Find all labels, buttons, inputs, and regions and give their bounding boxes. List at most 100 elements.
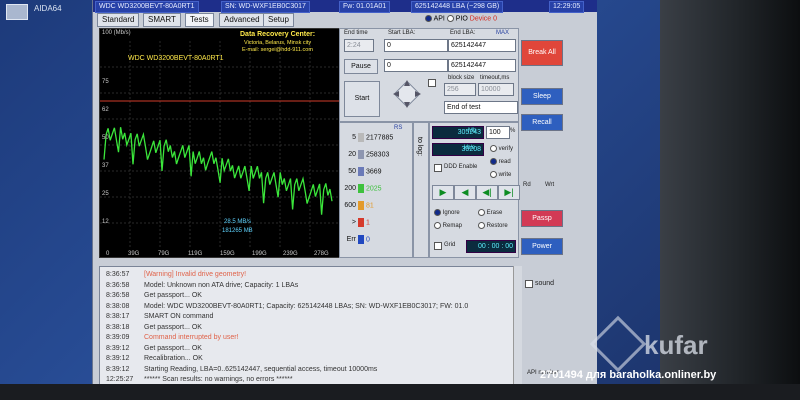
api-radio[interactable] <box>425 15 432 22</box>
ignore-radio[interactable] <box>434 209 441 216</box>
remap-radio[interactable] <box>434 222 441 229</box>
log-message: Get passport... OK <box>144 344 202 352</box>
speed-graph: 100 (Mb/s) 75 62 50 37 25 12 0 39G 79G 1… <box>99 28 341 258</box>
histogram-ms: > <box>351 219 356 227</box>
current-lba-field[interactable]: 0 <box>384 59 448 72</box>
desktop-app-icon[interactable] <box>6 4 28 20</box>
block-size-select[interactable]: 256 <box>444 83 476 96</box>
pio-label: PIO <box>455 15 468 23</box>
histogram-count: 0 <box>366 236 370 244</box>
tab-setup[interactable]: Setup <box>263 13 294 27</box>
histogram-row: >1 <box>342 218 370 228</box>
log-time: 8:39:12 <box>106 365 130 373</box>
start-lba-caption: Start LBA: <box>388 30 416 36</box>
histogram-row: 600 81 <box>342 201 374 211</box>
event-log[interactable]: 8:36:57 [Warning] Invalid drive geometry!… <box>99 266 515 386</box>
graph-y-label: 75 <box>102 79 109 85</box>
histogram-swatch <box>358 133 364 142</box>
step-back-icon[interactable]: ◀| <box>476 185 498 200</box>
pause-button[interactable]: Pause <box>344 59 378 74</box>
histogram-ms: Err <box>346 236 356 244</box>
verify-option[interactable]: verify <box>490 145 513 152</box>
read-option[interactable]: read <box>490 158 511 165</box>
log-time: 8:36:58 <box>106 292 130 299</box>
remap-label: Remap <box>442 223 463 230</box>
histogram-swatch <box>358 218 364 227</box>
log-row: 8:36:58 Get passport... OK <box>100 290 510 301</box>
histogram-count: 2177885 <box>366 134 394 142</box>
graph-y-top-label: 100 (Mb/s) <box>102 30 131 36</box>
ddd-checkbox[interactable] <box>434 164 442 172</box>
graph-x-label: 199G <box>252 251 267 257</box>
graph-y-label: 25 <box>102 191 109 197</box>
graph-drive-label: WDC WD3200BEVT-80A0RT1 <box>128 55 224 62</box>
log-time: 8:36:58 <box>106 281 130 289</box>
histogram-row: 200 2025 <box>342 184 382 194</box>
break-all-button[interactable]: Break All <box>521 40 563 66</box>
start-button[interactable]: Start <box>344 81 380 117</box>
log-message: Starting Reading, LBA=0..625142447, sequ… <box>144 365 378 373</box>
histogram-ms: 200 <box>344 185 356 193</box>
timeout-select[interactable]: 10000 <box>478 83 514 96</box>
tab-standard[interactable]: Standard <box>97 13 140 27</box>
verify-radio[interactable] <box>490 145 497 152</box>
drive-firmware: Fw: 01.01A01 <box>339 1 391 13</box>
erase-option[interactable]: Erase <box>478 209 502 216</box>
histogram-ms: 20 <box>348 151 356 159</box>
histogram-swatch <box>358 184 364 193</box>
sleep-button[interactable]: Sleep <box>521 88 563 105</box>
mode-selector: API PIO Device 0 <box>425 15 497 22</box>
grid-checkbox[interactable] <box>434 242 442 250</box>
write-radio[interactable] <box>490 171 497 178</box>
power-button[interactable]: Power <box>521 238 563 255</box>
pio-radio[interactable] <box>446 15 454 22</box>
sound-label: sound <box>535 280 555 287</box>
graph-x-label: 0 <box>106 251 110 257</box>
histogram-count: 2025 <box>366 185 382 193</box>
log-time: 8:36:57 <box>106 271 130 278</box>
tab-tests[interactable]: Tests <box>185 13 214 27</box>
log-row: 8:38:08 Model: WDC WD3200BEVT-80A0RT1; Ca… <box>100 301 510 312</box>
seek-direction-pad[interactable] <box>390 77 424 111</box>
drive-lba-info: 625142448 LBA (~298 GB) <box>411 1 504 13</box>
write-option[interactable]: write <box>490 171 511 178</box>
log-message: SMART ON command <box>144 313 214 320</box>
remap-option[interactable]: Remap <box>434 222 462 229</box>
back-icon[interactable]: ◀ <box>454 185 476 200</box>
watermark-logo-icon <box>589 315 647 373</box>
log-time: 8:39:12 <box>106 355 130 362</box>
histogram-ms: 50 <box>348 168 356 176</box>
elapsed-timer: 00 : 00 : 00 <box>466 240 516 253</box>
end-lba-field-2[interactable]: 625142447 <box>448 59 516 72</box>
erase-radio[interactable] <box>478 209 485 216</box>
graph-x-label: 278G <box>314 251 329 257</box>
skip-end-icon[interactable]: ▶| <box>498 185 520 200</box>
end-lba-field[interactable]: 625142447 <box>448 39 516 52</box>
tab-smart[interactable]: SMART <box>143 13 181 27</box>
sound-checkbox[interactable] <box>525 280 533 288</box>
histogram-swatch <box>358 150 364 159</box>
read-radio[interactable] <box>490 158 497 165</box>
erase-label: Erase <box>486 210 503 217</box>
log-time: 8:39:09 <box>106 334 130 341</box>
percent-value: 100 <box>486 126 510 139</box>
action-button-column: Break All Sleep Recall Rd Wrt Passp Powe… <box>521 28 563 268</box>
start-lba-field[interactable]: 0 <box>384 39 448 52</box>
play-icon[interactable]: ▶ <box>432 185 454 200</box>
graph-center-title: Data Recovery Center: <box>240 31 316 38</box>
histogram-swatch <box>358 167 364 176</box>
restore-option[interactable]: Restore <box>478 222 508 229</box>
graph-y-label: 37 <box>102 163 109 169</box>
end-time-field[interactable]: 2:24 <box>344 39 374 52</box>
restore-radio[interactable] <box>478 222 485 229</box>
ignore-option[interactable]: Ignore <box>434 209 460 216</box>
end-action-select[interactable]: End of test <box>444 101 518 114</box>
log-scrollbar[interactable] <box>513 266 522 384</box>
recall-button[interactable]: Recall <box>521 114 563 131</box>
histogram-count: 3669 <box>366 168 382 176</box>
log-time: 8:38:17 <box>106 313 130 320</box>
passp-button[interactable]: Passp <box>521 210 563 227</box>
playback-controls: ▶ ◀ ◀| ▶| <box>432 185 520 200</box>
tab-advanced[interactable]: Advanced <box>219 13 265 27</box>
options-checkbox[interactable] <box>428 79 436 87</box>
